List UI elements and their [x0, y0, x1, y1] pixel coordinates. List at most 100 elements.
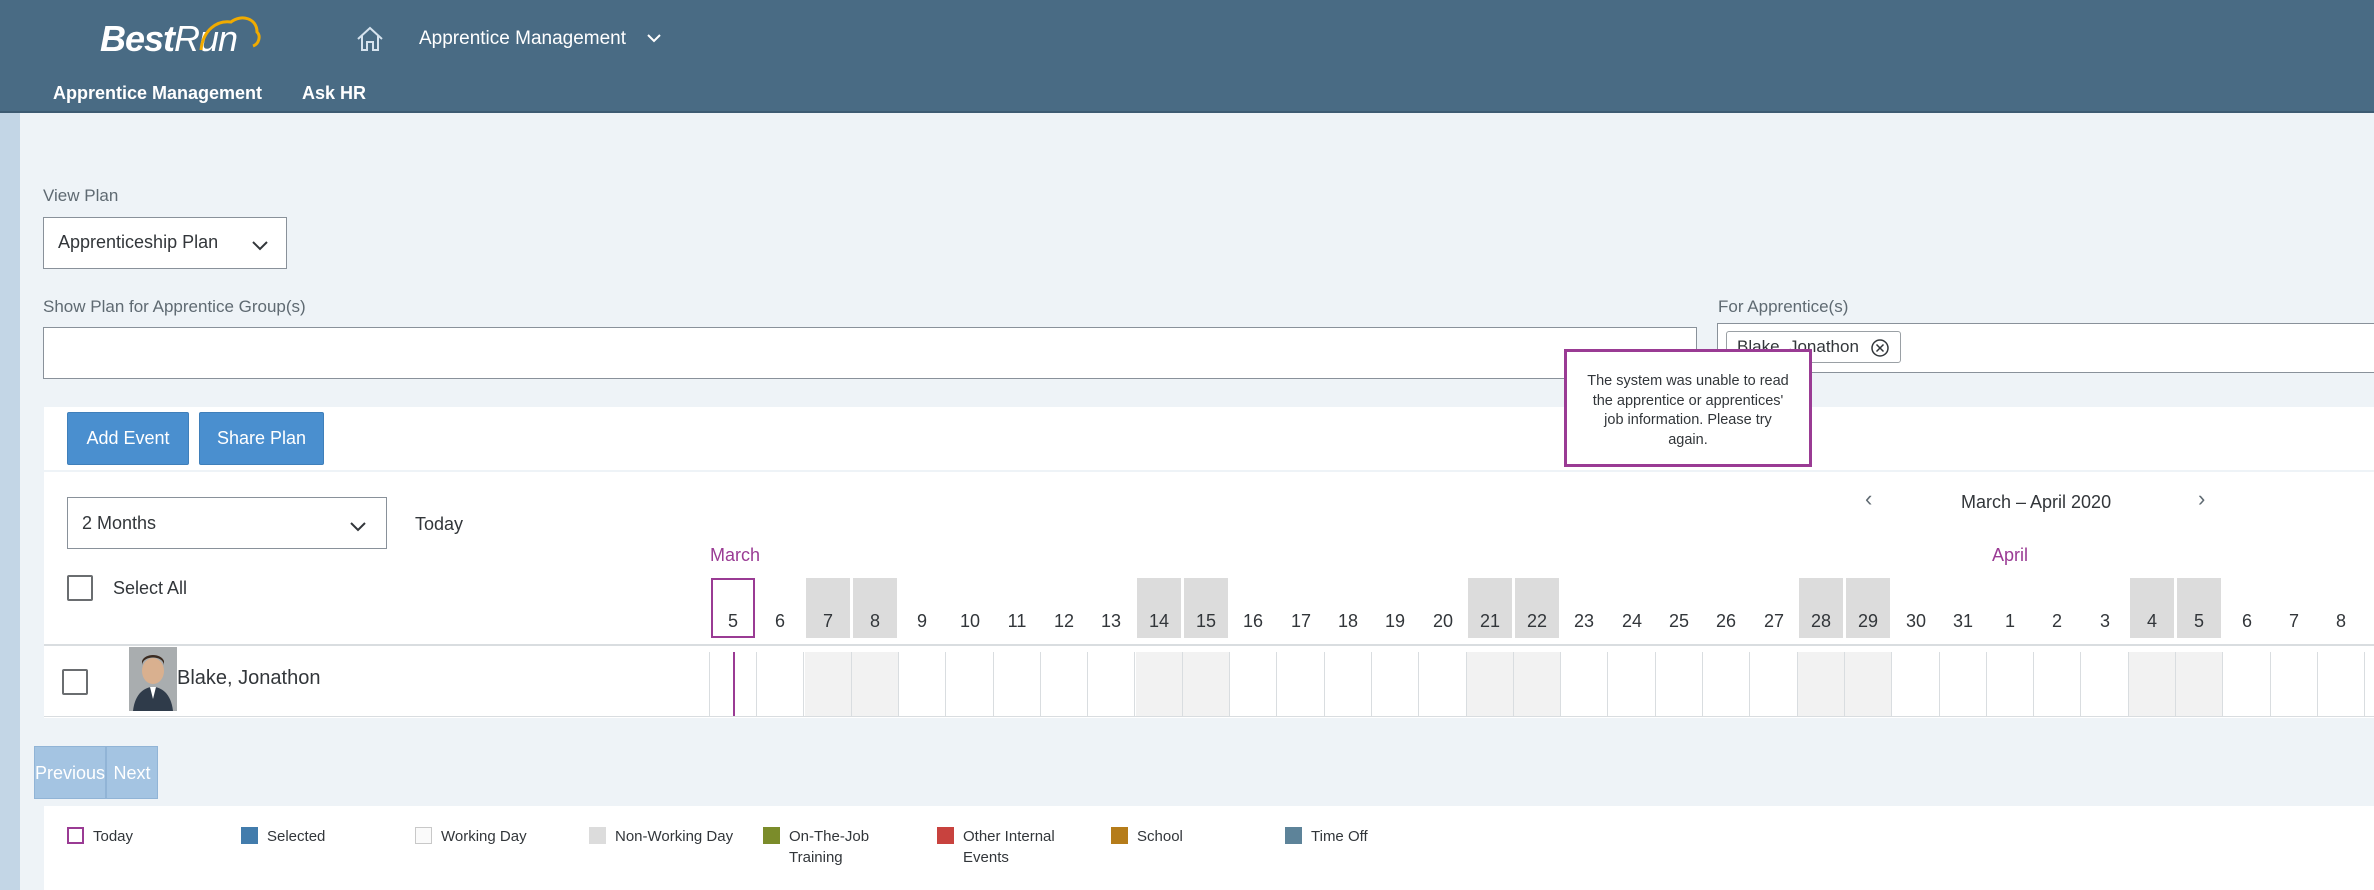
day-cell[interactable] [1088, 652, 1135, 716]
day-header[interactable]: 8 [2319, 578, 2363, 638]
day-header[interactable]: 12 [1042, 578, 1086, 638]
day-header[interactable]: 28 [1799, 578, 1843, 638]
day-header[interactable]: 5 [2177, 578, 2221, 638]
previous-button[interactable]: Previous [34, 746, 106, 799]
day-cell[interactable] [2034, 652, 2081, 716]
day-cell[interactable] [1278, 652, 1325, 716]
day-cell[interactable] [1987, 652, 2034, 716]
day-header[interactable]: 16 [1231, 578, 1275, 638]
view-plan-select[interactable]: Apprenticeship Plan [43, 217, 287, 269]
day-cell[interactable] [1041, 652, 1088, 716]
day-header[interactable]: 20 [1421, 578, 1465, 638]
apprentice-name[interactable]: Blake, Jonathon [177, 667, 320, 690]
day-cell[interactable] [1798, 652, 1845, 716]
view-plan-label: View Plan [43, 186, 119, 205]
legend-label: Today [93, 828, 134, 845]
day-cell[interactable] [2224, 652, 2271, 716]
day-header[interactable]: 22 [1515, 578, 1559, 638]
legend-swatch [415, 827, 432, 844]
day-cell[interactable] [1325, 652, 1372, 716]
select-all-checkbox[interactable] [67, 575, 93, 601]
day-header[interactable]: 19 [1373, 578, 1417, 638]
day-cell[interactable] [2318, 652, 2365, 716]
day-cell[interactable] [1420, 652, 1467, 716]
day-cell[interactable] [1940, 652, 1987, 716]
day-header[interactable]: 21 [1468, 578, 1512, 638]
day-header[interactable]: 29 [1846, 578, 1890, 638]
day-cell[interactable] [1136, 652, 1183, 716]
row-checkbox[interactable] [62, 669, 88, 695]
day-cell[interactable] [1751, 652, 1798, 716]
next-button[interactable]: Next [106, 746, 158, 799]
nav-ask-hr[interactable]: Ask HR [302, 83, 366, 104]
day-cell[interactable] [1514, 652, 1561, 716]
day-cell[interactable] [1467, 652, 1514, 716]
app-title[interactable]: Apprentice Management [419, 28, 626, 50]
day-cell[interactable] [1183, 652, 1230, 716]
day-cell[interactable] [757, 652, 804, 716]
day-cell[interactable] [1561, 652, 1608, 716]
day-cell[interactable] [994, 652, 1041, 716]
error-message: The system was unable to read the appren… [1587, 373, 1789, 448]
day-cell[interactable] [2176, 652, 2223, 716]
day-header[interactable]: 1 [1988, 578, 2032, 638]
chevron-down-icon[interactable] [646, 32, 662, 44]
day-header[interactable]: 5 [711, 578, 755, 638]
day-header[interactable]: 3 [2083, 578, 2127, 638]
day-header[interactable]: 7 [2272, 578, 2316, 638]
day-header[interactable]: 7 [806, 578, 850, 638]
day-header[interactable]: 11 [995, 578, 1039, 638]
day-header[interactable]: 9 [900, 578, 944, 638]
day-cell[interactable] [852, 652, 899, 716]
day-header[interactable]: 17 [1279, 578, 1323, 638]
today-button[interactable]: Today [415, 514, 463, 535]
calendar-toolbar [44, 407, 2374, 470]
day-header[interactable]: 13 [1089, 578, 1133, 638]
day-header[interactable]: 24 [1610, 578, 1654, 638]
apprentice-group-input[interactable] [43, 327, 1697, 379]
next-period-icon[interactable]: › [2198, 486, 2205, 512]
row-divider [44, 644, 2374, 646]
day-header[interactable]: 26 [1704, 578, 1748, 638]
day-header[interactable]: 27 [1752, 578, 1796, 638]
day-header[interactable]: 23 [1562, 578, 1606, 638]
day-cell[interactable] [1372, 652, 1419, 716]
add-event-button[interactable]: Add Event [67, 412, 189, 465]
day-header[interactable]: 8 [853, 578, 897, 638]
day-cell[interactable] [2271, 652, 2318, 716]
legend-swatch [1111, 827, 1128, 844]
date-range-text[interactable]: March – April 2020 [1961, 492, 2111, 513]
day-cell[interactable] [1230, 652, 1277, 716]
day-cell[interactable] [1703, 652, 1750, 716]
view-plan-value: Apprenticeship Plan [58, 232, 219, 252]
chevron-down-icon [252, 241, 268, 251]
day-cell[interactable] [899, 652, 946, 716]
day-cell[interactable] [947, 652, 994, 716]
nav-apprentice-management[interactable]: Apprentice Management [53, 83, 262, 104]
day-cell[interactable] [2082, 652, 2129, 716]
day-header[interactable]: 6 [2225, 578, 2269, 638]
day-cell[interactable] [1609, 652, 1656, 716]
home-icon[interactable] [355, 25, 385, 53]
remove-token-icon[interactable] [1870, 338, 1890, 358]
share-plan-button[interactable]: Share Plan [199, 412, 324, 465]
select-all-label: Select All [113, 578, 188, 598]
day-header[interactable]: 31 [1941, 578, 1985, 638]
day-header[interactable]: 25 [1657, 578, 1701, 638]
day-header[interactable]: 4 [2130, 578, 2174, 638]
day-header[interactable]: 6 [758, 578, 802, 638]
day-header[interactable]: 30 [1894, 578, 1938, 638]
day-header[interactable]: 15 [1184, 578, 1228, 638]
day-cell[interactable] [805, 652, 852, 716]
previous-period-icon[interactable]: ‹ [1865, 486, 1872, 512]
day-header[interactable]: 10 [948, 578, 992, 638]
day-header[interactable]: 14 [1137, 578, 1181, 638]
day-cell[interactable] [1845, 652, 1892, 716]
day-cell[interactable] [1893, 652, 1940, 716]
period-select[interactable]: 2 Months [67, 497, 387, 549]
day-header[interactable]: 18 [1326, 578, 1370, 638]
day-cell[interactable] [2129, 652, 2176, 716]
day-header[interactable]: 2 [2035, 578, 2079, 638]
day-cell[interactable] [1656, 652, 1703, 716]
legend [44, 806, 2374, 890]
